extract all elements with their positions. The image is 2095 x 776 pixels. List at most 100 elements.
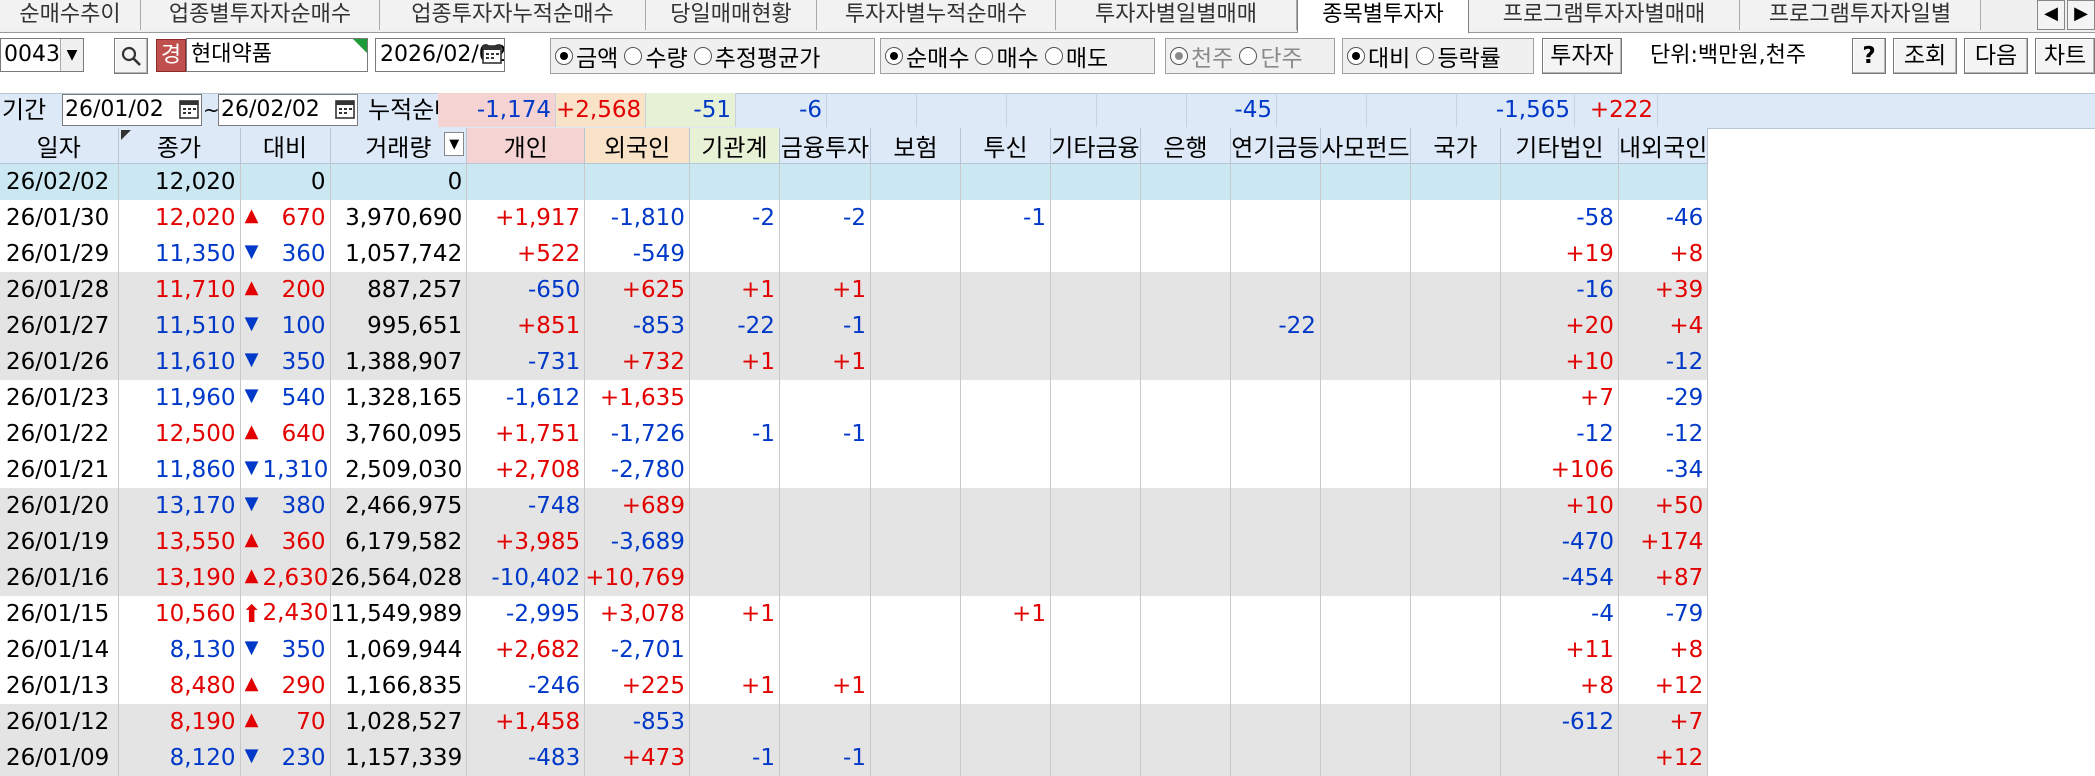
change-value: 380 xyxy=(281,492,326,519)
table-row[interactable]: 26/01/15 10,560 ⬆ 2,430 11,549,989 -2,995 +3,0… xyxy=(0,595,1709,632)
radio-change-rate[interactable]: 등락률 xyxy=(1416,39,1501,73)
calendar-icon[interactable] xyxy=(482,44,502,64)
tab-0[interactable]: 순매수추이 xyxy=(0,0,141,30)
cell-기타금융 xyxy=(1050,235,1141,272)
table-row[interactable]: 26/01/27 11,510 ▼ 100 995,651 +851 -853 -22 -1 -2… xyxy=(0,307,1709,344)
column-header-8[interactable]: 보험 xyxy=(870,128,961,164)
column-header-2[interactable]: 대비 xyxy=(240,128,331,164)
column-header-14[interactable]: 국가 xyxy=(1410,128,1501,164)
cell-date: 26/01/26 xyxy=(0,343,119,380)
stock-code-field[interactable]: 004310 ▼ xyxy=(0,38,84,72)
table-row[interactable]: 26/01/28 11,710 ▲ 200 887,257 -650 +625 +1 +1 -16… xyxy=(0,271,1709,308)
radio-buy[interactable]: 매수 xyxy=(975,39,1039,73)
tab-3[interactable]: 당일매매현황 xyxy=(646,0,817,30)
cell-금융투자 xyxy=(779,235,871,272)
column-header-label: 내외국인 xyxy=(1618,134,1708,162)
cell-개인: -246 xyxy=(466,667,586,704)
cell-국가 xyxy=(1410,163,1501,200)
cell-기관계: -1 xyxy=(689,415,780,452)
investor-button[interactable]: 투자자 xyxy=(1542,38,1622,74)
tabs: 순매수추이 업종별투자자순매수 업종투자자누적순매수 당일매매현황 투자자별누적순매수 투… xyxy=(0,0,1981,33)
column-header-13[interactable]: 사모펀드 xyxy=(1320,128,1411,164)
chevron-down-icon[interactable]: ▼ xyxy=(60,39,83,71)
column-header-label: 국가 xyxy=(1433,134,1478,162)
column-header-15[interactable]: 기타법인 xyxy=(1500,128,1619,164)
cell-은행 xyxy=(1140,271,1231,308)
table-body: 26/02/02 12,020 0 0 26/01/30 12,020 ▲ 670 3,970,… xyxy=(0,163,1709,776)
column-header-12[interactable]: 연기금등 xyxy=(1230,128,1321,164)
column-header-1[interactable]: 종가 xyxy=(118,128,241,164)
radio-sell[interactable]: 매도 xyxy=(1044,39,1108,73)
table-row[interactable]: 26/01/19 13,550 ▲ 360 6,179,582 +3,985 -3,689 -… xyxy=(0,523,1709,560)
tab-5[interactable]: 투자자별일별매매 xyxy=(1056,0,1297,30)
period-to-field[interactable]: 26/02/02 xyxy=(218,94,358,126)
table-row[interactable]: 26/01/13 8,480 ▲ 290 1,166,835 -246 +225 +1 +1 +8… xyxy=(0,667,1709,704)
next-button[interactable]: 다음 xyxy=(1964,38,2028,74)
table-row[interactable]: 26/01/29 11,350 ▼ 360 1,057,742 +522 -549 +19 +8 xyxy=(0,235,1709,272)
cumulative-sum-내외국인: +222 xyxy=(1575,93,1658,127)
cumulative-sum-투신 xyxy=(917,93,1007,127)
radio-unselected-icon xyxy=(1416,47,1435,65)
column-header-10[interactable]: 기타금융 xyxy=(1050,128,1141,164)
table-row[interactable]: 26/01/21 11,860 ▼ 1,310 2,509,030 +2,708 -2,78… xyxy=(0,451,1709,488)
chart-button[interactable]: 차트 xyxy=(2035,38,2095,74)
calendar-icon[interactable] xyxy=(335,99,355,119)
table-row[interactable]: 26/01/26 11,610 ▼ 350 1,388,907 -731 +732 +1 +1 +… xyxy=(0,343,1709,380)
query-button[interactable]: 조회 xyxy=(1893,38,1957,74)
stock-name-field[interactable]: 현대약품 xyxy=(186,38,368,72)
cell-개인: -650 xyxy=(466,271,586,308)
column-header-5[interactable]: 외국인 xyxy=(584,128,690,164)
table-row[interactable]: 26/01/22 12,500 ▲ 640 3,760,095 +1,751 -1,726-… xyxy=(0,415,1709,452)
table-row[interactable]: 26/01/23 11,960 ▼ 540 1,328,165 -1,612 +1,635 +… xyxy=(0,379,1709,416)
tab-7[interactable]: 프로그램투자자별매매 xyxy=(1469,0,1740,30)
cell-volume: 3,970,690 xyxy=(330,199,468,236)
tab-scroll-right-icon[interactable]: ▶ xyxy=(2067,0,2095,30)
radio-quantity[interactable]: 수량 xyxy=(624,39,688,73)
column-header-9[interactable]: 투신 xyxy=(960,128,1051,164)
cell-은행 xyxy=(1140,415,1231,452)
column-header-6[interactable]: 기관계 xyxy=(689,128,780,164)
radio-amount[interactable]: 금액 xyxy=(555,39,618,73)
column-header-0[interactable]: 일자 xyxy=(0,128,119,164)
cell-개인: -1,612 xyxy=(466,379,586,416)
tab-8[interactable]: 프로그램투자자일별 xyxy=(1740,0,1981,30)
radio-single-shares[interactable]: 단주 xyxy=(1239,39,1303,73)
radio-avg-price[interactable]: 추정평균가 xyxy=(693,39,820,73)
tab-4[interactable]: 투자자별누적순매수 xyxy=(817,0,1056,30)
date-field[interactable]: 2026/02/02 xyxy=(375,38,505,72)
column-header-16[interactable]: 내외국인 xyxy=(1618,128,1709,164)
cell-사모펀드 xyxy=(1320,703,1411,740)
radio-net-buy[interactable]: 순매수 xyxy=(885,39,969,73)
table-row[interactable]: 26/01/30 12,020 ▲ 670 3,970,690 +1,917 -1,810-… xyxy=(0,199,1709,236)
table-row[interactable]: 26/01/09 8,120 ▼ 230 1,157,339 -483 +473 -1 -1 +1… xyxy=(0,739,1709,776)
radio-thousand-shares[interactable]: 천주 xyxy=(1170,39,1233,73)
search-button[interactable] xyxy=(114,38,148,74)
column-header-7[interactable]: 금융투자 xyxy=(779,128,871,164)
cell-은행 xyxy=(1140,631,1231,668)
table-row[interactable]: 26/01/14 8,130 ▼ 350 1,069,944 +2,682 -2,701 +1… xyxy=(0,631,1709,668)
volume-dropdown-icon[interactable]: ▼ xyxy=(444,132,465,156)
cumulative-sum-기관계: -51 xyxy=(646,93,736,127)
cell-close: 8,120 xyxy=(118,739,241,776)
up-triangle-icon: ▲ xyxy=(244,420,259,442)
column-header-3[interactable]: 거래량 ▼ xyxy=(330,128,468,164)
table-row[interactable]: 26/02/02 12,020 0 0 xyxy=(0,163,1709,200)
table-row[interactable]: 26/01/16 13,190 ▲ 2,630 26,564,028 -10,402 +10… xyxy=(0,559,1709,596)
cell-사모펀드 xyxy=(1320,415,1411,452)
cell-국가 xyxy=(1410,595,1501,632)
tab-6[interactable]: 종목별투자자 xyxy=(1297,0,1469,33)
radio-change[interactable]: 대비 xyxy=(1347,39,1410,73)
help-button[interactable]: ? xyxy=(1852,38,1886,74)
table-row[interactable]: 26/01/20 13,170 ▼ 380 2,466,975 -748 +689 +10 +5… xyxy=(0,487,1709,524)
table-row[interactable]: 26/01/12 8,190 ▲ 70 1,028,527 +1,458 -853 -612 +… xyxy=(0,703,1709,740)
calendar-icon[interactable] xyxy=(179,99,199,119)
period-from-field[interactable]: 26/01/02 xyxy=(62,94,202,126)
investor-grid[interactable]: 일자 종가 대비 거래량 ▼ 개인 외국인 기관계 금융투자 보험 투신 기타금융 은행 연기금등 사모펀드… xyxy=(0,128,1709,776)
column-header-4[interactable]: 개인 xyxy=(466,128,586,164)
cell-close: 11,510 xyxy=(118,307,241,344)
tab-1[interactable]: 업종별투자자순매수 xyxy=(141,0,380,30)
column-header-11[interactable]: 은행 xyxy=(1140,128,1231,164)
cell-date: 26/01/13 xyxy=(0,667,119,704)
tab-scroll-left-icon[interactable]: ◀ xyxy=(2037,0,2065,30)
tab-2[interactable]: 업종투자자누적순매수 xyxy=(380,0,646,30)
